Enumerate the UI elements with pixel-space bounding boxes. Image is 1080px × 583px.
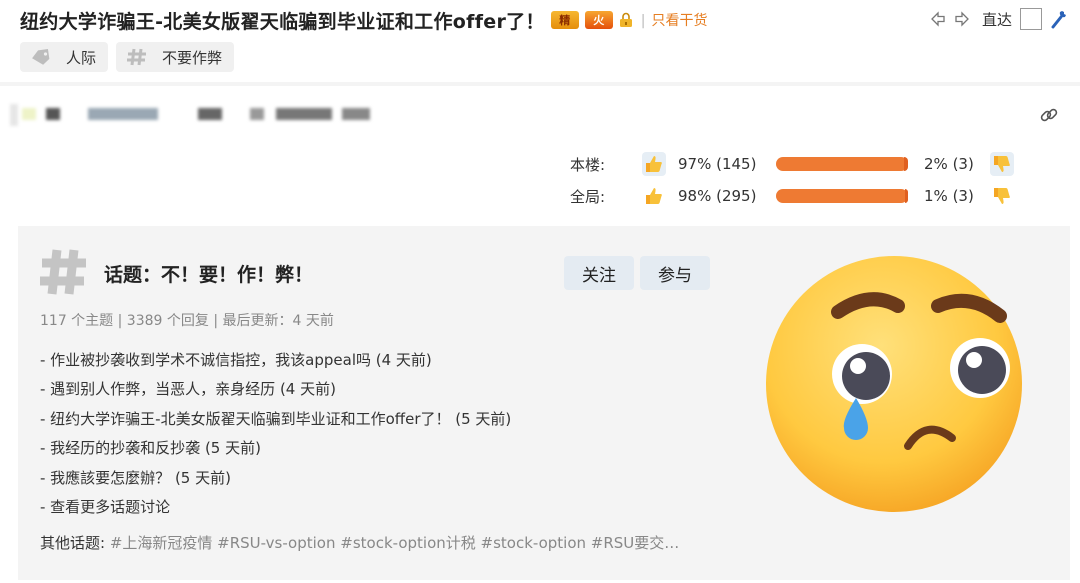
thumbs-up-icon[interactable] bbox=[642, 152, 666, 176]
vote-up-count: 97% (145) bbox=[678, 155, 757, 173]
blurred-author bbox=[198, 108, 222, 120]
topic-link[interactable]: - 我经历的抄袭和反抄袭 (5 天前) bbox=[40, 434, 511, 463]
title-row: 纽约大学诈骗王-北美女版翟天临骗到毕业证和工作offer了！ 精 火 | 只看干货 bbox=[20, 6, 707, 34]
link-icon[interactable] bbox=[1038, 104, 1060, 126]
blurred-author bbox=[342, 108, 370, 120]
other-topics-tags[interactable]: #上海新冠疫情 #RSU-vs-option #stock-option计税 #… bbox=[105, 534, 679, 552]
prev-arrow-icon[interactable] bbox=[930, 11, 946, 27]
next-arrow-icon[interactable] bbox=[954, 11, 970, 27]
more-topics-link[interactable]: - 查看更多话题讨论 bbox=[40, 493, 511, 522]
hash-icon bbox=[127, 48, 147, 66]
thumbs-down-icon[interactable] bbox=[990, 184, 1014, 208]
vote-down-count: 2% (3) bbox=[924, 155, 974, 173]
thread-title: 纽约大学诈骗王-北美女版翟天临骗到毕业证和工作offer了！ bbox=[20, 10, 545, 33]
thread-tags: 人际 不要作弊 bbox=[20, 42, 235, 72]
blurred-author bbox=[88, 108, 158, 120]
tag-label: 人际 bbox=[66, 48, 97, 67]
hash-icon bbox=[40, 249, 86, 295]
thumbs-up-icon[interactable] bbox=[642, 184, 666, 208]
vote-row-floor: 本楼: 97% (145) 2% (3) bbox=[570, 148, 1030, 180]
featured-badge: 精 bbox=[550, 11, 579, 29]
header-divider bbox=[0, 82, 1080, 86]
only-goods-link[interactable]: | 只看干货 bbox=[641, 10, 708, 30]
tag-label: 不要作弊 bbox=[162, 48, 223, 67]
thread-tools: 直达 bbox=[930, 8, 1068, 30]
topic-link[interactable]: - 作业被抄袭收到学术不诚信指控，我该appeal吗 (4 天前) bbox=[40, 346, 511, 375]
crying-face-icon bbox=[766, 256, 1022, 512]
topic-link[interactable]: - 纽约大学诈骗王-北美女版翟天临骗到毕业证和工作offer了！ (5 天前) bbox=[40, 405, 511, 434]
vote-panel: 本楼: 97% (145) 2% (3) 全局: 98% (295) 1% (3… bbox=[570, 148, 1030, 212]
tag-icon bbox=[32, 48, 50, 65]
blurred-author bbox=[22, 108, 36, 120]
thread-header: 纽约大学诈骗王-北美女版翟天临骗到毕业证和工作offer了！ 精 火 | 只看干货… bbox=[0, 0, 1080, 84]
vote-bar-down bbox=[904, 157, 908, 171]
vote-label: 全局: bbox=[570, 187, 606, 206]
topic-link[interactable]: - 我應該要怎麼辦？ (5 天前) bbox=[40, 464, 511, 493]
follow-button[interactable]: 关注 bbox=[564, 256, 634, 290]
vote-bar-down bbox=[905, 189, 908, 203]
topic-stats: 117 个主题 | 3389 个回复 | 最后更新：4 天前 bbox=[40, 313, 334, 329]
topic-card: 话题：不！要！作！弊！ 关注 参与 117 个主题 | 3389 个回复 | 最… bbox=[18, 226, 1070, 580]
join-button[interactable]: 参与 bbox=[640, 256, 710, 290]
topic-list: - 作业被抄袭收到学术不诚信指控，我该appeal吗 (4 天前) - 遇到别人… bbox=[40, 346, 511, 522]
goto-label: 直达 bbox=[981, 10, 1012, 29]
tag-renji[interactable]: 人际 bbox=[20, 42, 109, 72]
blurred-author bbox=[10, 104, 18, 126]
blurred-author bbox=[250, 108, 264, 120]
wrench-icon[interactable] bbox=[1050, 9, 1068, 29]
lock-icon bbox=[619, 12, 632, 27]
other-topics-label: 其他话题: bbox=[40, 534, 106, 552]
thumbs-down-icon[interactable] bbox=[990, 152, 1014, 176]
blurred-author bbox=[276, 108, 332, 120]
vote-bar bbox=[776, 189, 908, 203]
blurred-author bbox=[46, 108, 60, 120]
topic-title: 话题：不！要！作！弊！ bbox=[104, 264, 314, 286]
only-goods-label: 只看干货 bbox=[651, 13, 708, 29]
vote-down-count: 1% (3) bbox=[924, 187, 974, 205]
goto-input[interactable] bbox=[1020, 8, 1042, 30]
vote-up-count: 98% (295) bbox=[678, 187, 757, 205]
tag-no-cheating[interactable]: 不要作弊 bbox=[116, 42, 235, 72]
topic-link[interactable]: - 遇到别人作弊，当恶人，亲身经历 (4 天前) bbox=[40, 375, 511, 404]
vote-row-global: 全局: 98% (295) 1% (3) bbox=[570, 180, 1030, 212]
vote-label: 本楼: bbox=[570, 155, 606, 174]
hot-badge: 火 bbox=[584, 11, 613, 29]
other-topics: 其他话题: #上海新冠疫情 #RSU-vs-option #stock-opti… bbox=[40, 532, 679, 553]
vote-bar bbox=[776, 157, 908, 171]
author-row bbox=[0, 96, 1080, 136]
